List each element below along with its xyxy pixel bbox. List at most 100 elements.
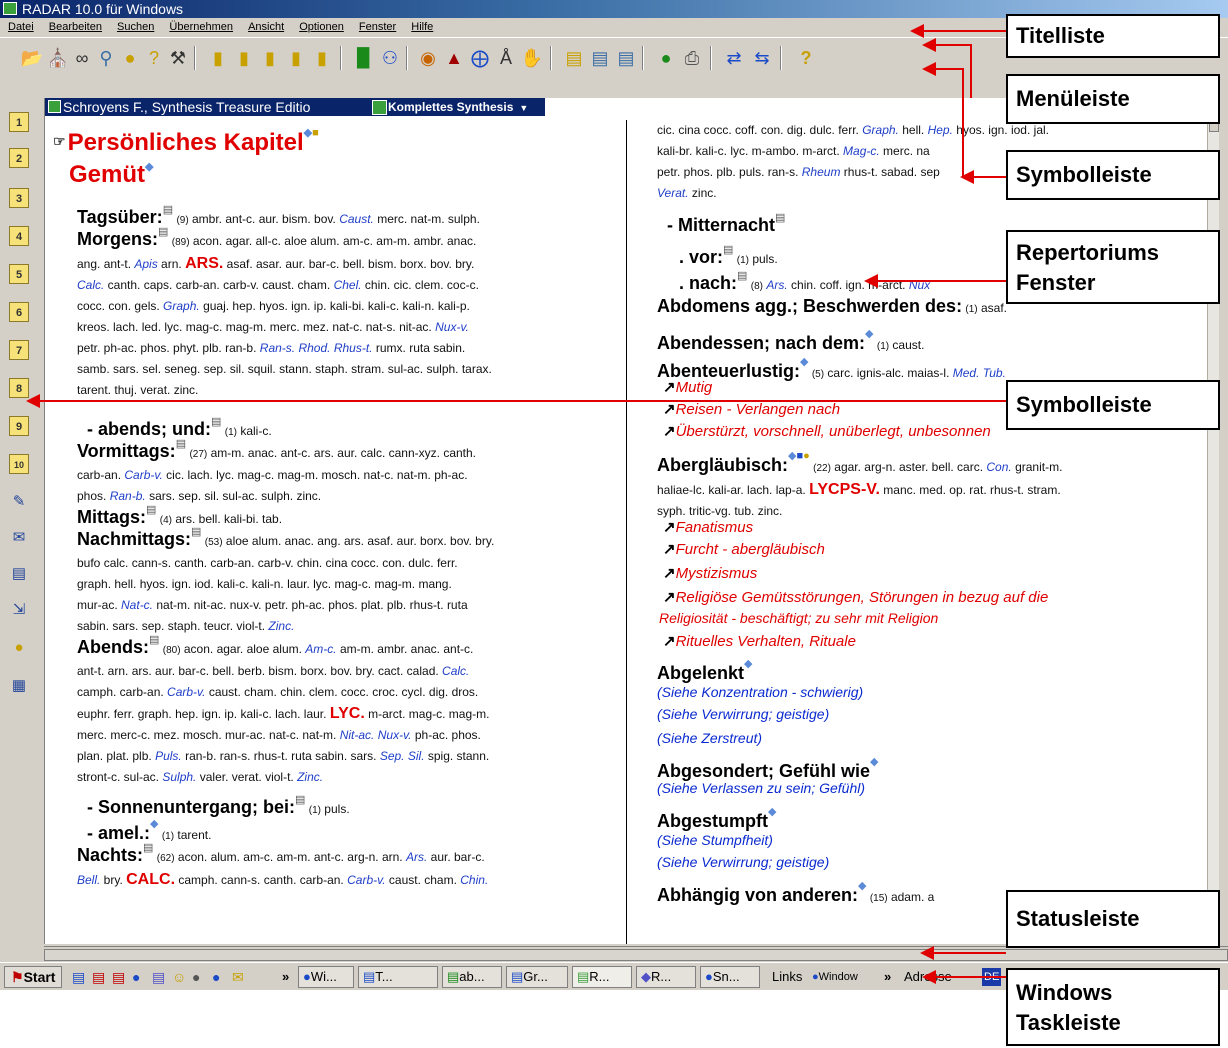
bulb-icon[interactable]: ● — [803, 450, 810, 462]
help-icon[interactable]: ? — [794, 46, 818, 70]
printer-icon[interactable]: ⎙ — [680, 46, 704, 70]
ie-icon[interactable]: ● — [212, 968, 220, 986]
browser-icon[interactable]: ● — [132, 968, 140, 986]
media-icon[interactable]: ● — [192, 968, 200, 986]
folder-edit-icon[interactable]: ▮ — [258, 46, 282, 70]
rubric-abgestumpft[interactable]: Abgestumpft◆ — [657, 802, 776, 834]
clipboard-6-button[interactable]: 6 — [9, 302, 29, 322]
radar-app-icon[interactable] — [3, 2, 17, 15]
clipboard-3-button[interactable]: 3 — [9, 188, 29, 208]
clipboard-5-button[interactable]: 5 — [9, 264, 29, 284]
hat-icon[interactable]: ▲ — [442, 46, 466, 70]
taskbar-task-6[interactable]: ◆R... — [636, 966, 696, 988]
clipboard-2-button[interactable]: 2 — [9, 148, 29, 168]
start-button[interactable]: ⚑Start — [4, 966, 63, 988]
rubric-nachmittags[interactable]: Nachmittags:▤ (53) aloe alum. anac. ang.… — [77, 522, 625, 637]
menu-datei[interactable]: Datei — [8, 18, 34, 36]
smiley-icon[interactable]: ☺ — [172, 968, 186, 986]
magnifier-icon[interactable]: ⚲ — [94, 46, 118, 70]
chart-edit-icon[interactable]: ⇲ — [9, 600, 29, 620]
menu-bearbeiten[interactable]: Bearbeiten — [49, 18, 102, 36]
taskbar-task-3[interactable]: ▤ab... — [442, 966, 502, 988]
flask-icon[interactable]: ◉ — [416, 46, 440, 70]
clipboard-10-button[interactable]: 10 — [9, 454, 29, 474]
exchange-right-icon[interactable]: ⇆ — [750, 46, 774, 70]
menu-hilfe[interactable]: Hilfe — [411, 18, 433, 36]
target-icon[interactable]: ⨁ — [468, 46, 492, 70]
see-konzentration[interactable]: (Siehe Konzentration - schwierig) — [657, 684, 863, 700]
info-diamond-icon[interactable]: ◆ — [744, 658, 752, 670]
crossref-religiositaet[interactable]: Religiosität - beschäftigt; zu sehr mit … — [659, 610, 938, 626]
menu-suchen[interactable]: Suchen — [117, 18, 154, 36]
rubric-morgens[interactable]: Morgens:▤ (89) acon. agar. all-c. aloe a… — [77, 222, 625, 401]
info-diamond-icon[interactable]: ◆ — [145, 161, 153, 173]
figure-icon[interactable]: ⚇ — [378, 46, 402, 70]
clipboard-4-button[interactable]: 4 — [9, 226, 29, 246]
folder-open-icon[interactable]: ▮ — [206, 46, 230, 70]
taskbar-task-7[interactable]: ●Sn... — [700, 966, 760, 988]
links-more[interactable]: » — [884, 968, 891, 986]
see-verwirrung-2[interactable]: (Siehe Verwirrung; geistige) — [657, 854, 829, 870]
tools-icon[interactable]: ⚒ — [166, 46, 190, 70]
repertory-left-column[interactable]: ☞Persönliches Kapitel◆■ Gemüt◆ Tagsüber:… — [45, 120, 627, 944]
note-icon[interactable]: ■ — [312, 127, 319, 139]
rubric-mitternacht[interactable]: - Mitternacht▤ — [667, 208, 785, 238]
folder-add-icon[interactable]: ▮ — [232, 46, 256, 70]
rubric-abhaengig[interactable]: Abhängig von anderen:◆ (15) adam. a — [657, 876, 934, 909]
info-diamond-icon[interactable]: ◆ — [800, 356, 808, 368]
rubric-vormittags[interactable]: Vormittags:▤ (27) am-m. anac. ant-c. ars… — [77, 434, 625, 507]
bulb-icon[interactable]: ● — [118, 46, 142, 70]
taskbar-task-radar[interactable]: ▤R... — [572, 966, 632, 988]
list-icon[interactable]: ▤ — [614, 46, 638, 70]
see-stumpfheit[interactable]: (Siehe Stumpfheit) — [657, 832, 773, 848]
rubric-abdomens[interactable]: Abdomens agg.; Beschwerden des: (1) asaf… — [657, 296, 1007, 320]
repertory-window-title[interactable]: Schroyens F., Synthesis Treasure Editio … — [45, 98, 545, 116]
rubric-aberglaeubisch[interactable]: Abergläubisch:◆■● (22) agar. arg-n. aste… — [657, 446, 1202, 522]
document-icon[interactable]: ▤ — [588, 46, 612, 70]
clipboard-1-button[interactable]: 1 — [9, 112, 29, 132]
taskbar-task-4[interactable]: ▤Gr... — [506, 966, 568, 988]
card-icon[interactable]: ▤ — [562, 46, 586, 70]
binoculars-icon[interactable]: ⛪ — [46, 46, 70, 70]
pdf-icon[interactable]: ▤ — [92, 968, 105, 986]
menu-ansicht[interactable]: Ansicht — [248, 18, 284, 36]
menu-uebernehmen[interactable]: Übernehmen — [169, 18, 233, 36]
crossref-fanatismus[interactable]: Fanatismus — [663, 518, 754, 536]
notes-icon[interactable]: ▤ — [9, 564, 29, 584]
see-zerstreut[interactable]: (Siehe Zerstreut) — [657, 730, 762, 746]
info-diamond-icon[interactable]: ◆ — [870, 756, 878, 768]
crossref-mystizismus[interactable]: Mystizismus — [663, 564, 758, 582]
taskbar-task-1[interactable]: ●Wi... — [298, 966, 354, 988]
quicklaunch-more[interactable]: » — [282, 968, 289, 986]
bar-chart-icon[interactable]: ▉ — [352, 46, 376, 70]
pencil-icon[interactable]: ✎ — [9, 492, 29, 512]
mail-icon[interactable]: ✉ — [232, 968, 244, 986]
info-diamond-icon[interactable]: ◆ — [858, 880, 866, 892]
rubric-abends[interactable]: Abends:▤ (80) acon. agar. aloe alum. Am-… — [77, 630, 625, 788]
menu-fenster[interactable]: Fenster — [359, 18, 396, 36]
exchange-left-icon[interactable]: ⇄ — [722, 46, 746, 70]
save-icon[interactable]: ▤ — [72, 968, 85, 986]
menu-optionen[interactable]: Optionen — [299, 18, 344, 36]
symbol-icon[interactable]: Å — [494, 46, 518, 70]
idea-icon[interactable]: ● — [9, 638, 29, 658]
info-diamond-icon[interactable]: ◆ — [304, 127, 312, 139]
info-diamond-icon[interactable]: ◆ — [865, 328, 873, 340]
rubric-nachts[interactable]: Nachts:▤ (62) acon. alum. am-c. am-m. an… — [77, 838, 625, 891]
bulb-question-icon[interactable]: ? — [142, 46, 166, 70]
crossref-reisen[interactable]: Reisen - Verlangen nach — [663, 400, 841, 418]
crossref-mutig[interactable]: Mutig — [663, 378, 713, 396]
repertory-selector[interactable]: Komplettes Synthesis ▼ — [370, 98, 528, 116]
folder-copy-icon[interactable]: ▮ — [284, 46, 308, 70]
clipboard-7-button[interactable]: 7 — [9, 340, 29, 360]
crossref-ueberstuerzt[interactable]: Überstürzt, vorschnell, unüberlegt, unbe… — [663, 422, 991, 440]
open-icon[interactable]: 📂 — [20, 46, 44, 70]
clipboard-9-button[interactable]: 9 — [9, 416, 29, 436]
crossref-rituelles[interactable]: Rituelles Verhalten, Rituale — [663, 632, 856, 650]
see-verlassen[interactable]: (Siehe Verlassen zu sein; Gefühl) — [657, 780, 865, 796]
glasses-icon[interactable]: ∞ — [70, 46, 94, 70]
map-icon[interactable]: ▦ — [9, 676, 29, 696]
info-diamond-icon[interactable]: ◆ — [150, 818, 158, 830]
rubric-abgelenkt[interactable]: Abgelenkt◆ — [657, 654, 752, 686]
info-diamond-icon[interactable]: ◆ — [768, 806, 776, 818]
